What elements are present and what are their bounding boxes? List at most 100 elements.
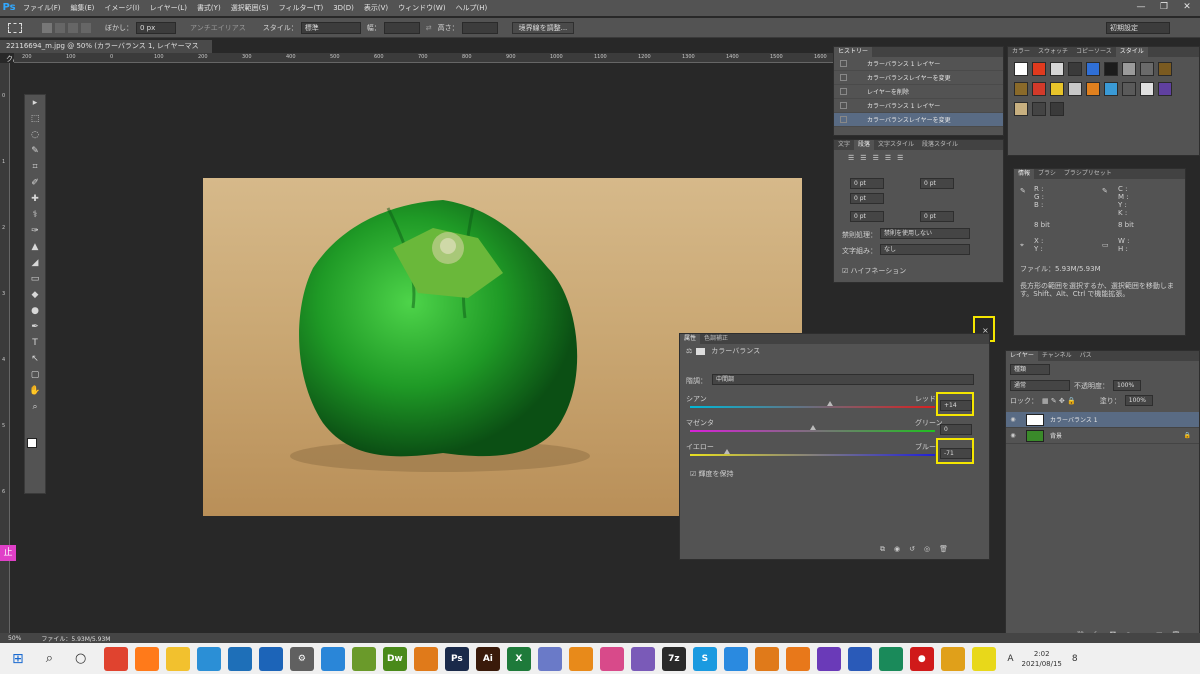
foreground-color[interactable] (27, 438, 37, 448)
visibility-icon[interactable]: ◎ (924, 545, 930, 554)
style-swatch[interactable] (1158, 82, 1172, 96)
menu-item-2[interactable]: イメージ(I) (99, 0, 144, 16)
maximize-button[interactable]: ❐ (1153, 0, 1175, 14)
justify-all-icon[interactable]: ☰ (897, 154, 903, 162)
slider-track[interactable] (690, 430, 935, 432)
style-swatch[interactable] (1086, 62, 1100, 76)
tab-para-tabs-1[interactable]: 段落 (854, 140, 875, 150)
tool-4-icon[interactable]: ⌗ (25, 159, 45, 175)
paint-icon[interactable] (599, 646, 624, 671)
tool-11-icon[interactable]: ▭ (25, 271, 45, 287)
ime-indicator[interactable]: A (1007, 654, 1013, 664)
mojigumi-select[interactable]: なし (880, 244, 970, 255)
history-tab[interactable]: ヒストリー (834, 47, 873, 57)
style-swatch[interactable] (1050, 62, 1064, 76)
space-after-input[interactable]: 0 pt (920, 211, 954, 222)
mask-icon[interactable] (696, 347, 706, 355)
tab-info-tabs-2[interactable]: ブラシプリセット (1060, 169, 1116, 179)
tab-layers-tabs-0[interactable]: レイヤー (1006, 351, 1038, 361)
width-input[interactable] (383, 21, 420, 34)
minimize-button[interactable]: — (1130, 0, 1152, 14)
space-before-input[interactable]: 0 pt (850, 211, 884, 222)
style-swatch[interactable] (1014, 62, 1028, 76)
menu-item-10[interactable]: ヘルプ(H) (451, 0, 493, 16)
fill-input[interactable]: 100% (1124, 395, 1153, 406)
record-icon[interactable]: ● (909, 646, 934, 671)
tool-16-icon[interactable]: ↖ (25, 351, 45, 367)
player-icon[interactable] (754, 646, 779, 671)
app-green-icon[interactable] (878, 646, 903, 671)
tab-swatch-tabs-0[interactable]: カラー (1008, 47, 1034, 57)
tab-para-tabs-0[interactable]: 文字 (834, 140, 854, 150)
tab-swatch-tabs-3[interactable]: スタイル (1115, 47, 1148, 57)
close-window-button[interactable]: ✕ (1176, 0, 1198, 14)
excel-icon[interactable]: X (506, 646, 531, 671)
app-purple-icon[interactable] (816, 646, 841, 671)
illustrator-icon[interactable]: Ai (475, 646, 500, 671)
antialias-checkbox[interactable]: アンチエイリアス (190, 23, 246, 33)
menu-item-0[interactable]: ファイル(F) (18, 0, 66, 16)
explorer-icon[interactable] (165, 646, 190, 671)
add-selection-icon[interactable] (55, 22, 65, 33)
history-item[interactable]: レイヤーを削除 (834, 85, 1003, 99)
tool-9-icon[interactable]: ▲ (25, 239, 45, 255)
tab-swatch-tabs-2[interactable]: コピーソース (1072, 47, 1116, 57)
indent-first-input[interactable]: 0 pt (850, 193, 884, 204)
opacity-input[interactable]: 100% (1113, 380, 1141, 391)
settings-icon[interactable]: ⚙ (289, 646, 314, 671)
history-item[interactable]: カラーバランスレイヤーを変更 (834, 71, 1003, 85)
indent-left-input[interactable]: 0 pt (850, 178, 884, 189)
slider-thumb[interactable] (723, 449, 730, 454)
tab-prop-tabs-1[interactable]: 色調補正 (700, 334, 732, 344)
photos-icon[interactable] (227, 646, 252, 671)
workspace-select[interactable]: 初期設定 (1106, 21, 1170, 34)
slider-track[interactable] (690, 454, 935, 456)
tool-19-icon[interactable]: ⌕ (25, 399, 45, 415)
slider-track[interactable] (690, 406, 935, 408)
menu-item-8[interactable]: 表示(V) (359, 0, 393, 16)
history-item[interactable]: カラーバランス 1 レイヤー (834, 57, 1003, 71)
style-swatch[interactable] (1014, 102, 1028, 116)
style-swatch[interactable] (1140, 62, 1154, 76)
visibility-eye-icon[interactable]: ◉ (1006, 416, 1020, 423)
menu-item-3[interactable]: レイヤー(L) (145, 0, 192, 16)
notification-icon[interactable]: 8 (1072, 654, 1078, 664)
visibility-eye-icon[interactable]: ◉ (1006, 432, 1020, 439)
fireworks-icon[interactable] (351, 646, 376, 671)
tool-15-icon[interactable]: T (25, 335, 45, 351)
tab-prop-tabs-0[interactable]: 属性 (680, 334, 701, 344)
style-swatch[interactable] (1032, 62, 1046, 76)
blend-mode-select[interactable]: 通常 (1010, 380, 1070, 391)
indent-right-input[interactable]: 0 pt (920, 178, 954, 189)
tool-5-icon[interactable]: ✐ (25, 175, 45, 191)
zoom-level[interactable]: 50% (8, 635, 21, 642)
menu-item-9[interactable]: ウィンドウ(W) (393, 0, 450, 16)
notes-icon[interactable] (971, 646, 996, 671)
style-swatch[interactable] (1068, 82, 1082, 96)
style-swatch[interactable] (1032, 102, 1046, 116)
menu-item-5[interactable]: 選択範囲(S) (226, 0, 274, 16)
style-swatch[interactable] (1014, 82, 1028, 96)
butterfly-icon[interactable] (568, 646, 593, 671)
style-swatch[interactable] (1104, 82, 1118, 96)
reset-icon[interactable]: ↺ (909, 545, 915, 554)
tab-info-tabs-0[interactable]: 情報 (1014, 169, 1035, 179)
align-center-icon[interactable]: ☰ (860, 154, 866, 162)
kinsoku-select[interactable]: 禁則を使用しない (880, 228, 970, 239)
cortana-icon[interactable]: ○ (75, 651, 86, 666)
marquee-tool-icon[interactable] (8, 22, 22, 33)
style-swatch[interactable] (1032, 82, 1046, 96)
hyphenation-checkbox[interactable]: ☑ ハイフネーション (842, 266, 906, 276)
tool-7-icon[interactable]: ⚕ (25, 207, 45, 223)
style-swatch[interactable] (1140, 82, 1154, 96)
sublime-icon[interactable] (413, 646, 438, 671)
tool-17-icon[interactable]: ▢ (25, 367, 45, 383)
app-pen-icon[interactable] (537, 646, 562, 671)
refine-edge-button[interactable]: 境界線を調整... (511, 21, 575, 34)
style-swatch[interactable] (1122, 82, 1136, 96)
chrome-icon[interactable] (103, 646, 128, 671)
outlook-icon[interactable] (258, 646, 283, 671)
tab-layers-tabs-1[interactable]: チャンネル (1038, 351, 1076, 361)
tool-10-icon[interactable]: ◢ (25, 255, 45, 271)
music-icon[interactable] (847, 646, 872, 671)
